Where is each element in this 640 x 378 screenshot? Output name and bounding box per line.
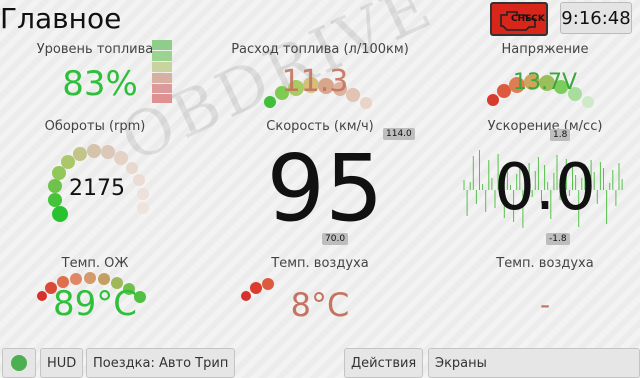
engine-icon: CHECK (497, 7, 545, 31)
check-engine-button[interactable]: CHECK (490, 2, 548, 36)
actions-button[interactable]: Действия (344, 348, 424, 378)
rpm-value[interactable]: 2175 (62, 176, 132, 201)
speed-min-chip: 70.0 (322, 233, 349, 245)
voltage-label: Напряжение (501, 42, 589, 57)
bottom-bar: HUD Поездка: Авто Трип Действия Экраны (0, 346, 640, 378)
status-indicator-icon (11, 355, 27, 371)
fuel-level-label: Уровень топлива (36, 42, 154, 57)
screens-button[interactable]: Экраны (428, 348, 640, 378)
voltage-value[interactable]: 13.7V (505, 70, 585, 95)
acceleration-min-chip: -1.8 (546, 233, 570, 245)
air-temp-label: Темп. воздуха (271, 256, 369, 271)
fuel-level-bar (152, 40, 172, 103)
fuel-level-value[interactable]: 83% (55, 64, 145, 104)
speed-label: Скорость (км/ч) (266, 119, 374, 134)
trip-button[interactable]: Поездка: Авто Трип (86, 348, 236, 378)
fuel-consumption-value[interactable]: 11.3 (270, 64, 360, 99)
acceleration-label: Ускорение (м/сс) (487, 119, 603, 134)
rpm-label: Обороты (rpm) (44, 119, 146, 134)
page-title: Главное (0, 2, 122, 35)
coolant-temp-value[interactable]: 89°C (50, 284, 140, 324)
coolant-temp-label: Темп. ОЖ (61, 256, 129, 271)
check-label: CHECK (511, 14, 545, 24)
speed-value[interactable]: 95 (262, 134, 388, 244)
air-temp-arc (241, 278, 274, 301)
fuel-consumption-label: Расход топлива (л/100км) (231, 42, 409, 57)
air-temp-value[interactable]: 8°C (280, 286, 360, 324)
status-button[interactable] (2, 348, 36, 378)
clock: 9:16:48 (560, 2, 632, 34)
air-temp-2-label: Темп. воздуха (496, 256, 594, 271)
hud-button[interactable]: HUD (40, 348, 84, 378)
air-temp-2-value[interactable]: - (520, 288, 570, 321)
acceleration-value[interactable]: 0.0 (490, 148, 600, 228)
